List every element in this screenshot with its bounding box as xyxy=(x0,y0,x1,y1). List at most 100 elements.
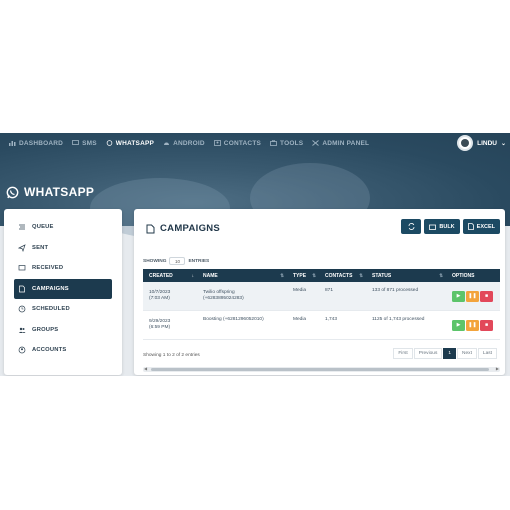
play-icon: ▶ xyxy=(456,292,461,299)
bulk-button[interactable]: BULK xyxy=(424,219,460,234)
whatsapp-icon xyxy=(6,186,19,198)
sidebar-item-received[interactable]: RECEIVED xyxy=(14,258,112,279)
android-icon xyxy=(164,142,170,145)
scroll-thumb[interactable] xyxy=(151,368,489,371)
sidebar-item-accounts[interactable]: ACCOUNTS xyxy=(14,340,112,361)
file-icon xyxy=(467,223,474,230)
page-last[interactable]: Last xyxy=(477,348,497,359)
nav-label: ANDROID xyxy=(173,139,205,147)
sidebar-item-label: QUEUE xyxy=(32,224,54,231)
nav-dashboard[interactable]: DASHBOARD xyxy=(9,140,63,147)
pause-icon: ❚❚ xyxy=(468,321,477,328)
cell-contacts: 871 xyxy=(325,288,334,293)
sidebar-item-scheduled[interactable]: SCHEDULED xyxy=(14,299,112,320)
created-time: (7:03 AM) xyxy=(149,296,170,301)
page-first[interactable]: First xyxy=(393,348,413,359)
nav-label: TOOLS xyxy=(280,139,304,147)
cell-status: 1125 of 1,743 processed xyxy=(372,317,425,322)
col-label: CONTACTS xyxy=(325,272,353,279)
nav-tools[interactable]: TOOLS xyxy=(270,140,303,147)
sidebar-item-groups[interactable]: GROUPS xyxy=(14,320,112,341)
trash-icon: ■ xyxy=(484,321,489,328)
clock-icon xyxy=(18,305,26,313)
top-nav: DASHBOARD SMS WHATSAPP ANDROID CONTACTS … xyxy=(0,133,510,153)
sort-desc-icon: ↓ xyxy=(191,273,194,278)
app-screen: DASHBOARD SMS WHATSAPP ANDROID CONTACTS … xyxy=(0,133,510,376)
col-type[interactable]: TYPE ⇅ xyxy=(287,269,319,282)
cell-name: Twilio offspring (+6283895024283) xyxy=(197,282,287,310)
nav-label: DASHBOARD xyxy=(19,139,64,147)
groups-icon xyxy=(18,327,26,333)
col-created[interactable]: CREATED ↓ xyxy=(143,269,197,282)
pause-icon: ❚❚ xyxy=(468,292,477,299)
table-row[interactable]: 10/7/2023 (7:03 AM) Twilio offspring (+628… xyxy=(143,282,500,311)
cell-options: ▶ ❚❚ ■ xyxy=(446,311,500,339)
sidebar-item-label: CAMPAIGNS xyxy=(32,285,69,292)
entries-select[interactable]: 10 xyxy=(169,257,186,265)
sidebar-item-label: SENT xyxy=(32,244,49,251)
pagination: First Previous 1 Next Last xyxy=(393,348,497,359)
col-name[interactable]: NAME ⇅ xyxy=(197,269,287,282)
sort-icon: ⇅ xyxy=(312,273,316,278)
nav-label: SMS xyxy=(82,139,97,147)
sidebar-item-sent[interactable]: SENT xyxy=(14,238,112,259)
campaign-sender: (+6283895024283) xyxy=(203,296,244,301)
page-previous[interactable]: Previous xyxy=(413,348,443,359)
cell-type: Media xyxy=(293,288,307,293)
horizontal-scrollbar[interactable]: ◀ ▶ xyxy=(143,366,500,372)
pause-button[interactable]: ❚❚ xyxy=(466,290,479,302)
excel-button[interactable]: EXCEL xyxy=(462,219,500,234)
nav-android[interactable]: ANDROID xyxy=(163,140,205,147)
pause-button[interactable]: ❚❚ xyxy=(466,319,479,331)
table-row[interactable]: 9/29/2023 (6:59 PM) Boosting (+6281296052… xyxy=(143,311,500,340)
admin-icon xyxy=(312,140,320,146)
entries-label: ENTRIES xyxy=(188,258,210,264)
sidebar-item-queue[interactable]: QUEUE xyxy=(14,217,112,238)
campaigns-table: CREATED ↓ NAME ⇅ TYPE ⇅ CONTACTS ⇅ STATUS ⇅ O… xyxy=(143,269,500,340)
sort-icon: ⇅ xyxy=(280,273,284,278)
toolbox-icon xyxy=(270,140,277,146)
nav-admin-panel[interactable]: ADMIN PANEL xyxy=(312,140,369,147)
col-contacts[interactable]: CONTACTS ⇅ xyxy=(319,269,366,282)
col-label: CREATED xyxy=(149,272,173,279)
showing-label: SHOWING xyxy=(143,258,167,264)
cell-created: 9/29/2023 (6:59 PM) xyxy=(143,311,197,339)
message-icon xyxy=(72,140,79,145)
panel-title-text: CAMPAIGNS xyxy=(160,223,221,234)
col-label: NAME xyxy=(203,272,218,279)
page-title-text: WHATSAPP xyxy=(24,185,95,199)
refresh-button[interactable] xyxy=(401,219,422,234)
user-menu[interactable]: LINDU ⌄ xyxy=(457,135,506,151)
bar-chart-icon xyxy=(9,141,16,146)
scroll-right-icon: ▶ xyxy=(495,366,499,371)
nav-sms[interactable]: SMS xyxy=(72,140,97,147)
user-name: LINDU xyxy=(477,139,497,147)
play-button[interactable]: ▶ xyxy=(452,290,465,302)
page-next[interactable]: Next xyxy=(457,348,477,359)
col-label: TYPE xyxy=(293,272,307,279)
page-length-control: SHOWING 10 ENTRIES xyxy=(143,257,209,265)
delete-button[interactable]: ■ xyxy=(480,319,493,331)
refresh-icon xyxy=(408,223,415,230)
sidebar-item-campaigns[interactable]: CAMPAIGNS xyxy=(14,278,112,299)
nav-contacts[interactable]: CONTACTS xyxy=(213,139,262,147)
avatar xyxy=(457,135,474,151)
cell-status: 133 of 871 processed xyxy=(372,288,419,293)
play-button[interactable]: ▶ xyxy=(452,319,465,331)
paper-plane-icon xyxy=(18,244,26,252)
page-current[interactable]: 1 xyxy=(443,348,457,359)
col-label: OPTIONS xyxy=(452,272,475,279)
cell-options: ▶ ❚❚ ■ xyxy=(446,282,500,310)
sort-icon: ⇅ xyxy=(359,273,363,278)
created-time: (6:59 PM) xyxy=(149,325,171,330)
chevron-down-icon: ⌄ xyxy=(500,140,506,147)
bulk-label: BULK xyxy=(439,223,455,230)
nav-whatsapp[interactable]: WHATSAPP xyxy=(106,140,154,147)
scroll-left-icon: ◀ xyxy=(144,366,148,371)
table-info: Showing 1 to 2 of 2 entries xyxy=(143,353,200,358)
nav-label: CONTACTS xyxy=(223,139,262,147)
queue-list-icon xyxy=(19,224,25,230)
delete-button[interactable]: ■ xyxy=(480,290,493,302)
table-header: CREATED ↓ NAME ⇅ TYPE ⇅ CONTACTS ⇅ STATUS ⇅ O… xyxy=(143,269,500,282)
col-status[interactable]: STATUS ⇅ xyxy=(366,269,446,282)
